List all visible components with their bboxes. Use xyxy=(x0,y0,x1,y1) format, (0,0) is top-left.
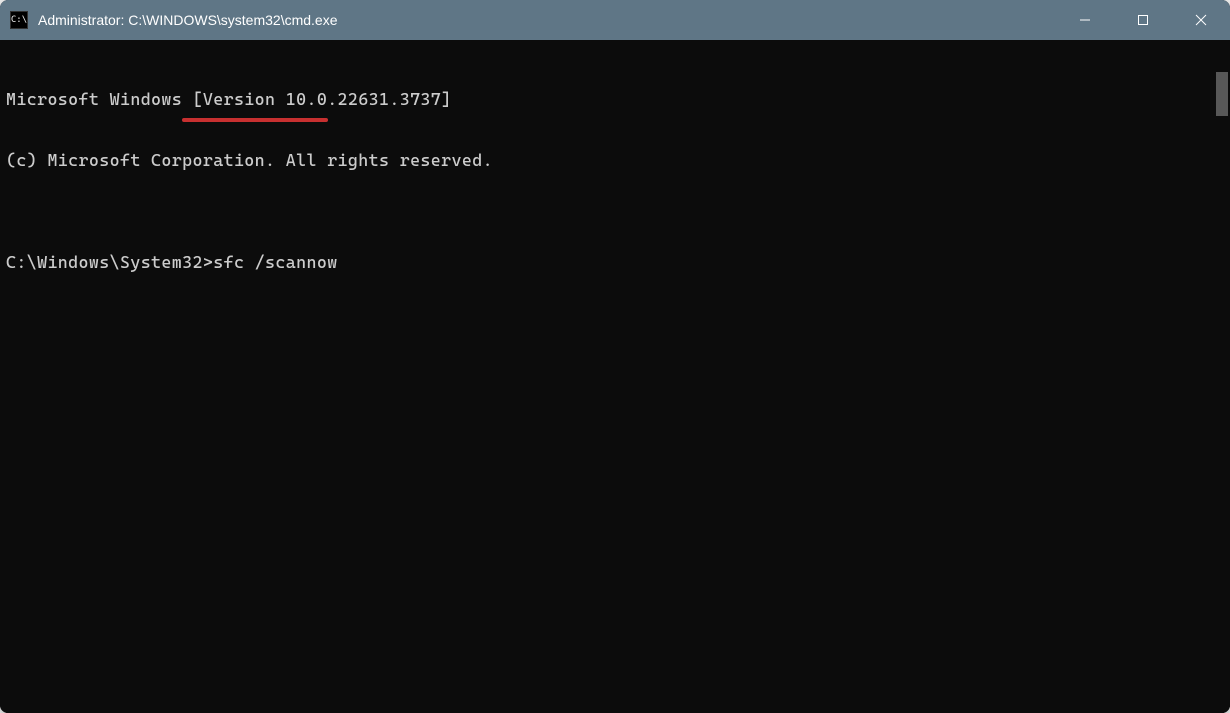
console-line: (c) Microsoft Corporation. All rights re… xyxy=(6,150,1208,170)
minimize-icon xyxy=(1079,14,1091,26)
cmd-app-icon: C:\ xyxy=(10,11,28,29)
cmd-window: C:\ Administrator: C:\WINDOWS\system32\c… xyxy=(0,0,1230,713)
window-controls xyxy=(1056,0,1230,40)
console-output[interactable]: Microsoft Windows [Version 10.0.22631.37… xyxy=(0,40,1214,713)
window-title: Administrator: C:\WINDOWS\system32\cmd.e… xyxy=(38,12,1056,28)
close-button[interactable] xyxy=(1172,0,1230,40)
console-area: Microsoft Windows [Version 10.0.22631.37… xyxy=(0,40,1230,713)
console-line: Microsoft Windows [Version 10.0.22631.37… xyxy=(6,89,1208,109)
command-underline-annotation xyxy=(182,118,328,122)
console-prompt-line: C:\Windows\System32>sfc /scannow xyxy=(6,252,1208,272)
minimize-button[interactable] xyxy=(1056,0,1114,40)
scrollbar-thumb[interactable] xyxy=(1216,72,1228,116)
titlebar[interactable]: C:\ Administrator: C:\WINDOWS\system32\c… xyxy=(0,0,1230,40)
maximize-button[interactable] xyxy=(1114,0,1172,40)
vertical-scrollbar[interactable] xyxy=(1214,40,1230,713)
maximize-icon xyxy=(1137,14,1149,26)
close-icon xyxy=(1195,14,1207,26)
